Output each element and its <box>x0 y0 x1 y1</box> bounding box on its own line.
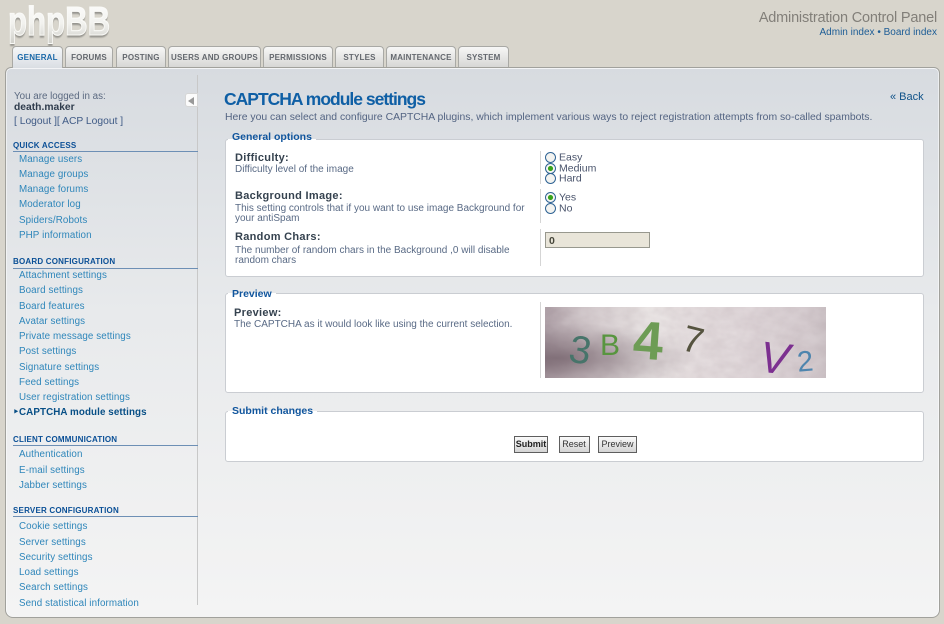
svg-text:B: B <box>600 329 620 362</box>
svg-text:2: 2 <box>796 345 815 378</box>
svg-text:phpBB: phpBB <box>8 0 110 44</box>
svg-text:4: 4 <box>631 310 665 372</box>
